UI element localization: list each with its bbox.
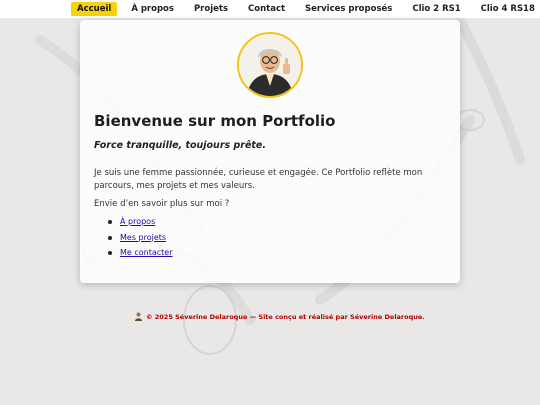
link-me-contacter[interactable]: Me contacter	[120, 248, 173, 257]
tagline: Force tranquille, toujours prête.	[94, 140, 266, 151]
list-item: À propos	[108, 217, 173, 226]
nav-item-services[interactable]: Services proposés	[299, 2, 398, 16]
nav-item-a-propos[interactable]: À propos	[125, 2, 180, 16]
page-title: Bienvenue sur mon Portfolio	[94, 112, 336, 130]
avatar	[237, 32, 303, 98]
more-info-prompt: Envie d’en savoir plus sur moi ?	[94, 199, 230, 209]
list-item: Mes projets	[108, 233, 173, 242]
top-navigation: Accueil À propos Projets Contact Service…	[0, 0, 540, 18]
nav-item-projets[interactable]: Projets	[188, 2, 234, 16]
welcome-card: Bienvenue sur mon Portfolio Force tranqu…	[80, 20, 460, 283]
intro-text: Je suis une femme passionnée, curieuse e…	[94, 168, 423, 191]
nav-item-accueil[interactable]: Accueil	[71, 2, 118, 16]
nav-item-clio-2-rs1[interactable]: Clio 2 RS1	[406, 2, 466, 16]
small-figure-icon	[135, 312, 142, 321]
list-item: Me contacter	[108, 248, 173, 257]
link-mes-projets[interactable]: Mes projets	[120, 233, 166, 242]
footer: © 2025 Séverine Delaroque — Site conçu e…	[134, 312, 425, 321]
footer-copyright: © 2025 Séverine Delaroque — Site conçu e…	[146, 312, 425, 321]
quick-links-list: À propos Mes projets Me contacter	[108, 217, 173, 264]
cartoon-woman-thumbs-up-avatar-icon	[239, 34, 301, 96]
nav-item-contact[interactable]: Contact	[242, 2, 291, 16]
nav-item-clio-4-rs18[interactable]: Clio 4 RS18	[475, 2, 540, 16]
link-a-propos[interactable]: À propos	[120, 217, 155, 226]
